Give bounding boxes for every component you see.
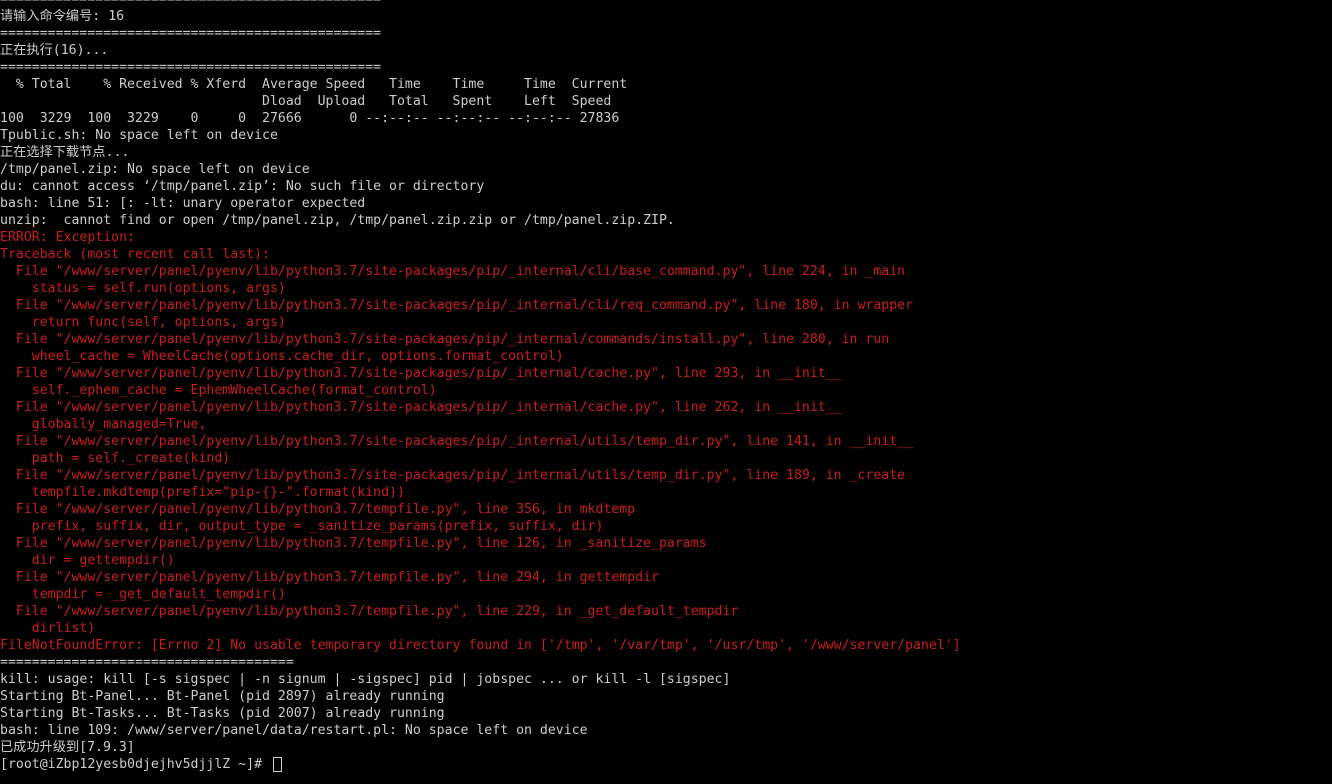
terminal-error-line: tempfile.mkdtemp(prefix="pip-{}-".format… — [0, 485, 405, 500]
terminal-error-line: self._ephem_cache = EphemWheelCache(form… — [0, 383, 437, 398]
terminal-error-line: File "/www/server/panel/pyenv/lib/python… — [0, 264, 906, 279]
terminal-error-line: File "/www/server/panel/pyenv/lib/python… — [0, 468, 906, 483]
terminal-line: kill: usage: kill [-s sigspec | -n signu… — [0, 672, 731, 687]
terminal-line: 正在选择下载节点... — [0, 145, 130, 160]
terminal-error-line: File "/www/server/panel/pyenv/lib/python… — [0, 400, 842, 415]
command-prompt[interactable]: [root@iZbp12yesb0djejhv5djjlZ ~]# — [0, 756, 961, 773]
terminal-line: Starting Bt-Tasks... Bt-Tasks (pid 2007)… — [0, 706, 445, 721]
terminal-error-line: wheel_cache = WheelCache(options.cache_d… — [0, 349, 564, 364]
terminal-line: Dload Upload Total Spent Left Speed — [0, 94, 612, 109]
terminal-error-line: ERROR: Exception: — [0, 230, 135, 245]
terminal-line: 正在执行(16)... — [0, 43, 109, 58]
terminal-error-line: tempdir = _get_default_tempdir() — [0, 587, 286, 602]
terminal-error-line: return func(self, options, args) — [0, 315, 286, 330]
terminal-line: % Total % Received % Xferd Average Speed… — [0, 77, 628, 92]
terminal-line: unzip: cannot find or open /tmp/panel.zi… — [0, 213, 675, 228]
terminal-error-line: File "/www/server/panel/pyenv/lib/python… — [0, 502, 636, 517]
terminal-error-line: globally_managed=True, — [0, 417, 207, 432]
terminal-error-line: File "/www/server/panel/pyenv/lib/python… — [0, 298, 914, 313]
terminal-error-line: File "/www/server/panel/pyenv/lib/python… — [0, 434, 914, 449]
terminal-error-line: File "/www/server/panel/pyenv/lib/python… — [0, 536, 707, 551]
text-cursor — [272, 757, 282, 772]
terminal-line: ========================================… — [0, 0, 961, 8]
terminal-line: ========================================… — [0, 26, 382, 41]
terminal-line: bash: line 109: /www/server/panel/data/r… — [0, 723, 588, 738]
terminal-error-line: dirlist) — [0, 621, 96, 636]
terminal-output: ========================================… — [0, 0, 961, 773]
terminal-line: /tmp/panel.zip: No space left on device — [0, 162, 310, 177]
terminal-line: bash: line 51: [: -lt: unary operator ex… — [0, 196, 366, 211]
terminal-error-line: dir = gettempdir() — [0, 553, 175, 568]
terminal-window[interactable]: ========================================… — [0, 0, 1332, 784]
terminal-error-line: File "/www/server/panel/pyenv/lib/python… — [0, 366, 842, 381]
terminal-line: Tpublic.sh: No space left on device — [0, 128, 278, 143]
terminal-line: du: cannot access ‘/tmp/panel.zip’: No s… — [0, 179, 485, 194]
terminal-error-line: File "/www/server/panel/pyenv/lib/python… — [0, 604, 739, 619]
terminal-line: 请输入命令编号: 16 — [0, 9, 125, 24]
terminal-error-line: File "/www/server/panel/pyenv/lib/python… — [0, 570, 659, 585]
terminal-error-line: FileNotFoundError: [Errno 2] No usable t… — [0, 638, 961, 653]
terminal-error-line: prefix, suffix, dir, output_type = _sani… — [0, 519, 604, 534]
terminal-error-line: status = self.run(options, args) — [0, 281, 286, 296]
terminal-line: ========================================… — [0, 60, 382, 75]
terminal-line: 已成功升级到[7.9.3] — [0, 740, 135, 755]
terminal-error-line: path = self._create(kind) — [0, 451, 231, 466]
terminal-line: 100 3229 100 3229 0 0 27666 0 --:--:-- -… — [0, 111, 620, 126]
terminal-line: Starting Bt-Panel... Bt-Panel (pid 2897)… — [0, 689, 445, 704]
terminal-error-line: File "/www/server/panel/pyenv/lib/python… — [0, 332, 890, 347]
terminal-error-line: Traceback (most recent call last): — [0, 247, 270, 262]
prompt-text: [root@iZbp12yesb0djejhv5djjlZ ~]# — [0, 757, 270, 772]
terminal-line: ===================================== — [0, 655, 294, 670]
